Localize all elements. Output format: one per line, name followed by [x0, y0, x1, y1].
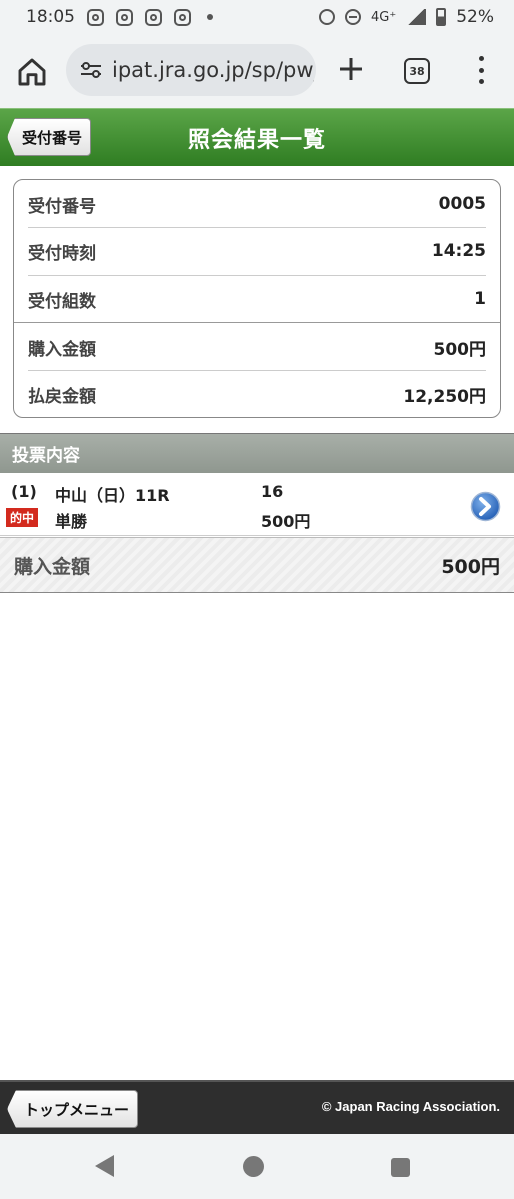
summary-panel: 受付番号 0005 受付時刻 14:25 受付組数 1 購入金額 500円 払戻…	[13, 179, 501, 418]
signal-icon	[406, 9, 427, 25]
summary-value: 0005	[438, 194, 486, 214]
instagram-icon	[87, 8, 104, 26]
page-header: 受付番号 照会結果一覧	[0, 108, 514, 166]
summary-label: 受付番号	[28, 196, 96, 217]
nav-back-icon[interactable]	[95, 1155, 114, 1177]
summary-value: 500円	[433, 339, 487, 360]
home-icon[interactable]	[16, 56, 48, 88]
nav-home-icon[interactable]	[243, 1156, 264, 1177]
summary-value: 12,250円	[403, 386, 486, 407]
more-notifications-icon	[207, 14, 213, 20]
summary-label: 受付組数	[28, 291, 96, 312]
vote-bet-type: 単勝	[55, 512, 88, 531]
votes-section-header: 投票内容	[0, 433, 514, 473]
copyright-text: © Japan Racing Association.	[321, 1099, 500, 1114]
divider	[14, 322, 500, 323]
total-value: 500円	[441, 555, 500, 578]
instagram-icon	[116, 8, 133, 26]
summary-label: 払戻金額	[28, 386, 96, 407]
footer: トップメニュー © Japan Racing Association.	[0, 1080, 514, 1134]
new-tab-icon[interactable]	[336, 54, 366, 84]
nav-recents-icon[interactable]	[391, 1158, 410, 1177]
instagram-icon	[145, 8, 162, 26]
total-label: 購入金額	[14, 555, 91, 578]
status-time: 18:05	[26, 7, 75, 27]
chevron-right-icon[interactable]	[470, 491, 501, 522]
tab-switcher-button[interactable]: 38	[404, 58, 430, 84]
summary-row-receipt-time: 受付時刻 14:25	[28, 228, 486, 274]
vote-amount: 500円	[261, 512, 311, 531]
site-settings-icon[interactable]	[80, 61, 102, 79]
top-menu-button[interactable]: トップメニュー	[7, 1090, 139, 1128]
more-menu-icon[interactable]	[476, 56, 486, 84]
battery-icon	[436, 8, 447, 26]
summary-row-purchase-amount: 購入金額 500円	[28, 324, 486, 370]
battery-percent: 52%	[456, 7, 494, 27]
status-bar: 18:05 4G⁺ 52%	[0, 0, 514, 34]
vote-number: (1)	[11, 482, 37, 501]
url-text: ipat.jra.go.jp/sp/pw_7	[112, 58, 316, 82]
page-title: 照会結果一覧	[187, 128, 326, 153]
summary-row-set-count: 受付組数 1	[28, 276, 486, 322]
hit-badge: 的中	[6, 508, 39, 527]
address-bar[interactable]: ipat.jra.go.jp/sp/pw_7	[66, 44, 316, 96]
vote-race: 中山（日）11R	[55, 486, 170, 505]
vote-horse-number: 16	[261, 482, 284, 501]
vote-list-item[interactable]: (1) 中山（日）11R 16 的中 単勝 500円	[0, 473, 514, 536]
summary-value: 14:25	[431, 241, 486, 261]
alarm-icon	[318, 9, 335, 25]
browser-toolbar: ipat.jra.go.jp/sp/pw_7 38	[0, 34, 514, 108]
summary-label: 受付時刻	[28, 243, 96, 264]
network-type: 4G⁺	[370, 9, 397, 25]
system-nav-bar	[0, 1134, 514, 1199]
purchase-total-row: 購入金額 500円	[0, 537, 514, 593]
summary-row-payout-amount: 払戻金額 12,250円	[28, 371, 486, 417]
instagram-icon	[174, 8, 191, 26]
dnd-icon	[344, 9, 361, 25]
summary-value: 1	[474, 289, 486, 309]
summary-label: 購入金額	[28, 339, 96, 360]
summary-row-receipt-number: 受付番号 0005	[28, 181, 486, 227]
